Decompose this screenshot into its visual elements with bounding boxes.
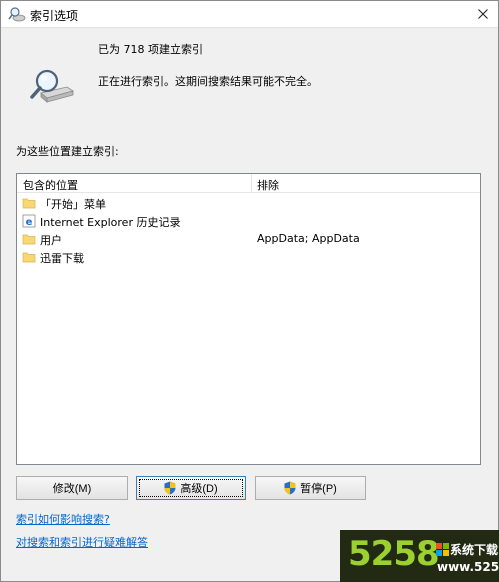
column-separator[interactable] <box>251 174 252 192</box>
indexed-locations-list[interactable]: 包含的位置 排除 「开始」菜单 e Internet Explorer 历史记录… <box>16 173 481 465</box>
list-item[interactable]: e Internet Explorer 历史记录 <box>17 212 480 230</box>
location-name: 「开始」菜单 <box>40 198 106 211</box>
how-indexing-affects-search-link[interactable]: 索引如何影响搜索? <box>16 511 110 527</box>
advanced-button-label: 高级(D) <box>180 483 218 495</box>
column-header-excluded[interactable]: 排除 <box>257 177 279 193</box>
watermark-site-name: 系统下载 <box>450 543 499 557</box>
list-item[interactable]: 「开始」菜单 <box>17 194 480 212</box>
location-name: Internet Explorer 历史记录 <box>40 216 181 229</box>
indexing-options-window: 索引选项 已为 718 项建立索引 正在进行索引。这期间搜索结果可能不完全。 为… <box>0 0 499 582</box>
watermark-url: www.5258.com <box>437 560 499 574</box>
uac-shield-icon <box>284 481 296 495</box>
close-icon <box>478 9 488 19</box>
svg-text:e: e <box>26 217 33 228</box>
column-header-included[interactable]: 包含的位置 <box>23 177 78 193</box>
close-button[interactable] <box>468 1 498 27</box>
location-excluded: AppData; AppData <box>257 232 360 245</box>
list-header: 包含的位置 排除 <box>17 174 480 193</box>
list-item[interactable]: 用户 AppData; AppData <box>17 230 480 248</box>
modify-button-label: 修改(M) <box>52 483 92 495</box>
uac-shield-icon <box>164 481 176 495</box>
locations-label: 为这些位置建立索引: <box>16 145 119 158</box>
location-name: 迅雷下载 <box>40 252 84 265</box>
troubleshoot-search-link[interactable]: 对搜索和索引进行疑难解答 <box>16 534 148 550</box>
indexing-progress-text: 正在进行索引。这期间搜索结果可能不完全。 <box>98 75 318 88</box>
magnifier-over-drive-icon <box>8 7 26 22</box>
title-bar[interactable]: 索引选项 <box>1 1 498 28</box>
modify-button[interactable]: 修改(M) <box>16 476 128 500</box>
windows-logo-icon <box>436 543 449 556</box>
window-title: 索引选项 <box>30 9 79 23</box>
pause-button[interactable]: 暂停(P) <box>255 476 366 500</box>
indexing-magnifier-icon <box>30 69 74 103</box>
watermark-number: 5258 <box>348 534 440 574</box>
folder-icon <box>22 252 36 263</box>
indexed-count-text: 已为 718 项建立索引 <box>98 43 203 56</box>
list-item[interactable]: 迅雷下载 <box>17 248 480 266</box>
location-name: 用户 <box>40 234 62 247</box>
advanced-button[interactable]: 高级(D) <box>136 476 246 500</box>
folder-icon <box>22 234 36 245</box>
pause-button-label: 暂停(P) <box>300 483 337 495</box>
ie-icon: e <box>22 214 36 228</box>
folder-icon <box>22 198 36 209</box>
site-watermark: 5258 系统下载 www.5258.com <box>340 530 499 582</box>
